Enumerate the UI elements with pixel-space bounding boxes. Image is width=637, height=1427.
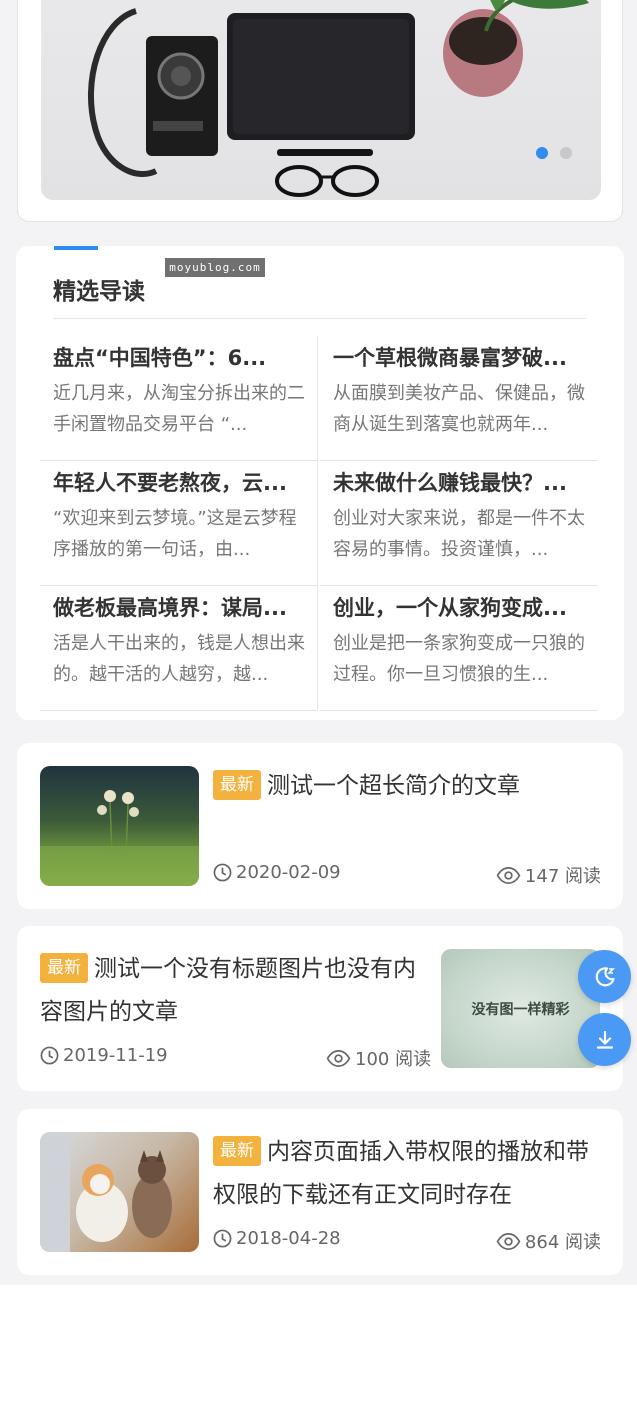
article-date: 2018-04-28 — [213, 1228, 341, 1249]
article-title-wrap[interactable]: 最新 内容页面插入带权限的播放和带权限的下载还有正文同时存在 — [213, 1131, 603, 1217]
featured-item-desc: 近几月来，从淘宝分拆出来的二手闲置物品交易平台 “... — [53, 383, 305, 435]
clock-icon — [213, 1229, 232, 1248]
featured-item-title[interactable]: 做老板最高境界：谋局... — [53, 592, 311, 622]
section-accent-bar — [54, 246, 98, 250]
article-views: 147 阅读 — [496, 862, 601, 888]
moon-icon — [595, 966, 615, 986]
article-card[interactable]: 最新 测试一个超长简介的文章 2020-02-09 147 阅读 — [17, 743, 623, 909]
eye-icon — [496, 866, 521, 884]
dark-mode-button[interactable] — [578, 950, 631, 1003]
featured-item-desc: “欢迎来到云梦境。”这是云梦程序播放的第一句话，由... — [53, 508, 297, 560]
dandelion-image — [40, 790, 199, 886]
new-badge: 最新 — [213, 1136, 261, 1166]
article-views: 100 阅读 — [326, 1045, 431, 1071]
featured-item[interactable]: 创业，一个从家狗变成... 创业是把一条家狗变成一只狼的过程。你一旦习惯狼的生.… — [320, 586, 598, 711]
divider — [53, 318, 586, 319]
article-date: 2019-11-19 — [40, 1045, 168, 1066]
article-thumbnail[interactable] — [40, 1132, 199, 1252]
article-views: 864 阅读 — [496, 1228, 601, 1254]
date-text: 2020-02-09 — [236, 862, 341, 883]
eye-icon — [326, 1049, 351, 1067]
featured-item-title[interactable]: 一个草根微商暴富梦破... — [333, 342, 591, 372]
article-title[interactable]: 内容页面插入带权限的播放和带权限的下载还有正文同时存在 — [213, 1139, 589, 1208]
clock-icon — [40, 1046, 59, 1065]
views-text: 147 阅读 — [524, 866, 601, 887]
featured-item-title[interactable]: 盘点“中国特色”：6... — [53, 342, 311, 372]
featured-item-desc: 创业是把一条家狗变成一只狼的过程。你一旦习惯狼的生... — [333, 633, 585, 685]
new-badge: 最新 — [40, 953, 88, 983]
carousel-dot-active[interactable] — [536, 147, 548, 159]
featured-item-desc: 从面膜到美妆产品、保健品，微商从诞生到落寞也就两年... — [333, 383, 585, 435]
carousel-dot[interactable] — [560, 147, 572, 159]
article-title[interactable]: 测试一个超长简介的文章 — [267, 773, 520, 799]
banner-image[interactable] — [41, 0, 601, 200]
featured-item-desc: 创业对大家来说，都是一件不太容易的事情。投资谨慎，... — [333, 508, 585, 560]
cats-image — [40, 1132, 172, 1252]
views-text: 864 阅读 — [524, 1232, 601, 1253]
article-card[interactable]: 最新 测试一个没有标题图片也没有内容图片的文章 2019-11-19 100 阅读… — [17, 926, 623, 1091]
featured-item-title[interactable]: 年轻人不要老熬夜，云... — [53, 467, 311, 497]
placeholder-text: 没有图一样精彩 — [471, 1001, 570, 1018]
article-title-wrap[interactable]: 最新 测试一个超长简介的文章 — [213, 765, 603, 808]
featured-item[interactable]: 年轻人不要老熬夜，云... “欢迎来到云梦境。”这是云梦程序播放的第一句话，由.… — [40, 461, 318, 586]
banner-carousel[interactable] — [17, 0, 623, 222]
article-thumbnail[interactable] — [40, 766, 199, 886]
article-title-wrap[interactable]: 最新 测试一个没有标题图片也没有内容图片的文章 — [40, 948, 425, 1034]
featured-item[interactable]: 一个草根微商暴富梦破... 从面膜到美妆产品、保健品，微商从诞生到落寞也就两年.… — [320, 336, 598, 461]
eye-icon — [496, 1232, 521, 1250]
featured-section: 精选导读 moyublog.com 盘点“中国特色”：6... 近几月来，从淘宝… — [16, 246, 624, 720]
article-title[interactable]: 测试一个没有标题图片也没有内容图片的文章 — [40, 956, 416, 1025]
featured-item[interactable]: 做老板最高境界：谋局... 活是人干出来的，钱是人想出来的。越干活的人越穷，越.… — [40, 586, 318, 711]
banner-illustration — [87, 0, 589, 197]
article-thumbnail-placeholder[interactable]: 没有图一样精彩 — [441, 949, 600, 1068]
date-text: 2018-04-28 — [236, 1228, 341, 1249]
featured-item[interactable]: 未来做什么赚钱最快？... 创业对大家来说，都是一件不太容易的事情。投资谨慎，.… — [320, 461, 598, 586]
download-button[interactable] — [578, 1013, 631, 1066]
clock-icon — [213, 863, 232, 882]
watermark: moyublog.com — [165, 258, 265, 277]
featured-item-desc: 活是人干出来的，钱是人想出来的。越干活的人越穷，越... — [53, 633, 305, 685]
featured-item-title[interactable]: 未来做什么赚钱最快？... — [333, 467, 591, 497]
article-date: 2020-02-09 — [213, 862, 341, 883]
download-icon — [596, 1030, 613, 1049]
new-badge: 最新 — [213, 770, 261, 800]
date-text: 2019-11-19 — [63, 1045, 168, 1066]
featured-item-title[interactable]: 创业，一个从家狗变成... — [333, 592, 591, 622]
views-text: 100 阅读 — [355, 1049, 432, 1070]
article-card[interactable]: 最新 内容页面插入带权限的播放和带权限的下载还有正文同时存在 2018-04-28… — [17, 1109, 623, 1275]
section-title: 精选导读 — [53, 279, 145, 305]
featured-item[interactable]: 盘点“中国特色”：6... 近几月来，从淘宝分拆出来的二手闲置物品交易平台 “.… — [40, 336, 318, 461]
